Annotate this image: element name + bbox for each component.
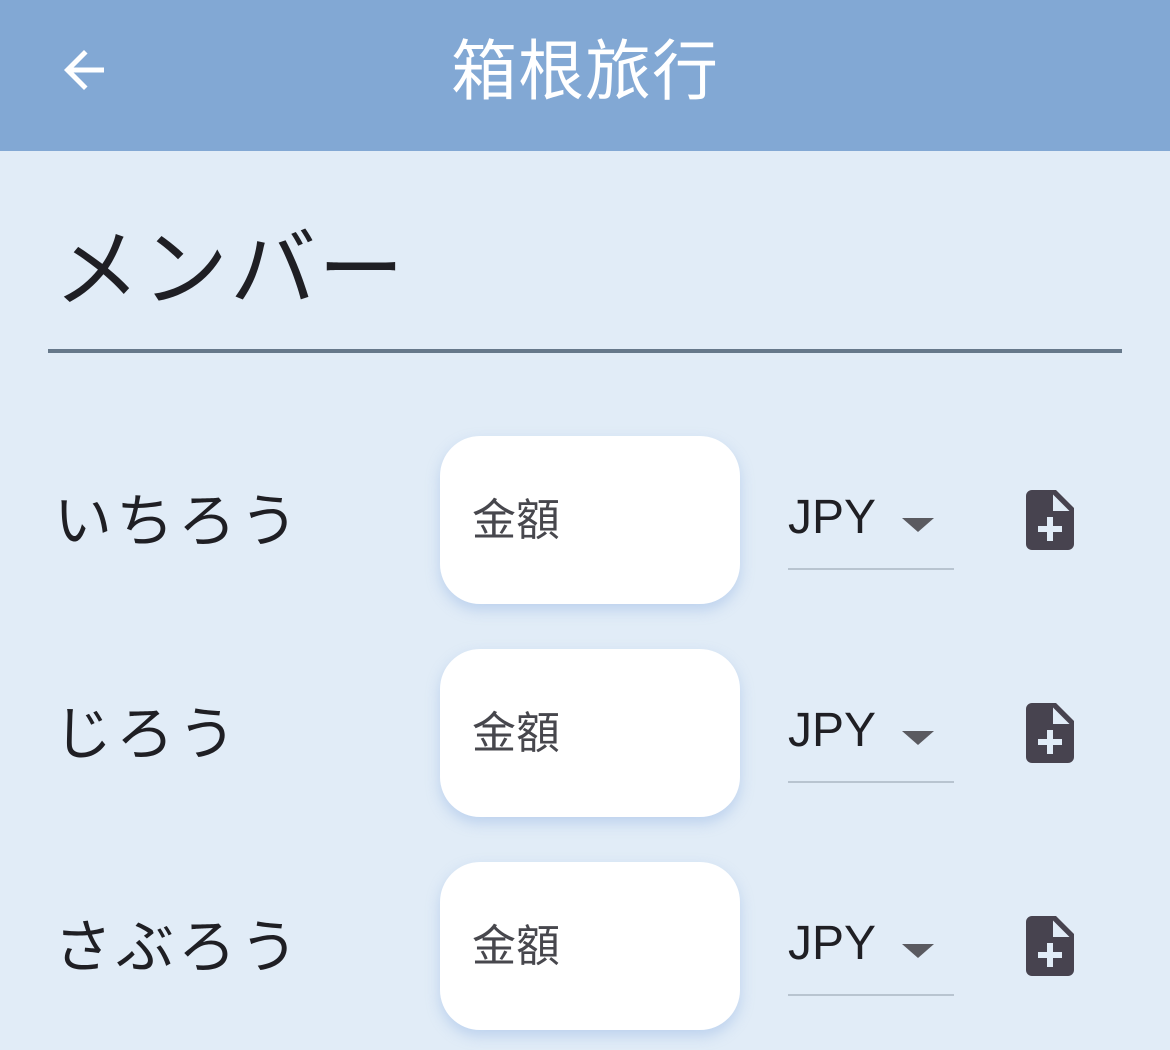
note-add-icon <box>1026 916 1074 976</box>
member-row: いちろう JPY <box>0 436 1170 604</box>
page-title: 箱根旅行 <box>451 33 719 110</box>
note-add-icon <box>1026 490 1074 550</box>
member-row: さぶろう JPY <box>0 862 1170 1030</box>
member-name: じろう <box>54 700 241 768</box>
currency-dropdown[interactable]: JPY <box>788 681 954 783</box>
member-name: さぶろう <box>54 913 303 981</box>
attach-file-button[interactable] <box>1012 908 1088 984</box>
currency-value: JPY <box>788 491 877 544</box>
note-add-icon <box>1026 703 1074 763</box>
amount-input[interactable] <box>440 436 740 604</box>
member-row: じろう JPY <box>0 649 1170 817</box>
attach-file-button[interactable] <box>1012 482 1088 558</box>
currency-value: JPY <box>788 917 877 970</box>
attach-file-button[interactable] <box>1012 695 1088 771</box>
section-title-members: メンバー <box>54 220 406 320</box>
dropdown-arrow-icon <box>902 944 934 958</box>
app-bar: 箱根旅行 <box>0 0 1170 151</box>
amount-input[interactable] <box>440 649 740 817</box>
section-divider <box>48 349 1122 353</box>
currency-dropdown[interactable]: JPY <box>788 894 954 996</box>
member-name: いちろう <box>54 487 303 555</box>
dropdown-arrow-icon <box>902 518 934 532</box>
dropdown-arrow-icon <box>902 731 934 745</box>
amount-input[interactable] <box>440 862 740 1030</box>
currency-value: JPY <box>788 704 877 757</box>
currency-dropdown[interactable]: JPY <box>788 468 954 570</box>
